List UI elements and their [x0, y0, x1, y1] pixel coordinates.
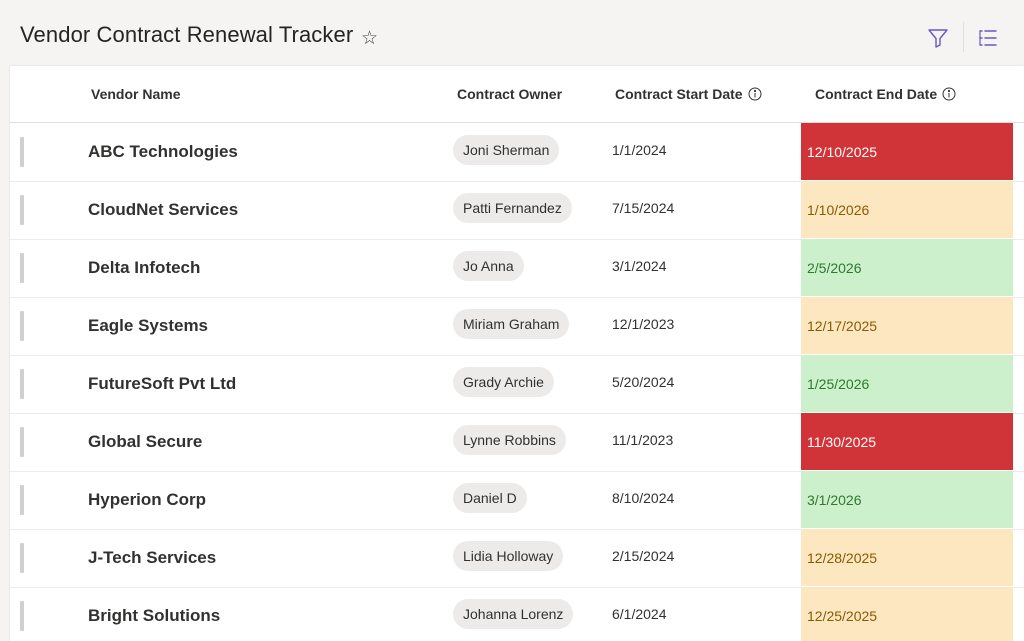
contract-owner-pill[interactable]: Lynne Robbins [453, 425, 566, 455]
filter-icon[interactable] [926, 26, 950, 50]
vendor-name[interactable]: FutureSoft Pvt Ltd [88, 374, 236, 394]
contract-end-date: 11/30/2025 [807, 434, 877, 450]
info-icon[interactable] [942, 87, 956, 101]
contract-start-date: 8/10/2024 [612, 490, 675, 506]
vendor-name[interactable]: Hyperion Corp [88, 490, 206, 510]
row-select-handle[interactable] [20, 369, 24, 399]
contract-end-date-cell: 12/25/2025 [801, 587, 1013, 641]
row-select-handle[interactable] [20, 195, 24, 225]
column-header-vendor-name[interactable]: Vendor Name [91, 86, 180, 102]
contract-end-date-cell: 1/10/2026 [801, 181, 1013, 238]
contract-owner-pill[interactable]: Johanna Lorenz [453, 599, 574, 629]
column-header-contract-owner[interactable]: Contract Owner [457, 86, 562, 102]
table-row[interactable]: FutureSoft Pvt Ltd Grady Archie 5/20/2024 1… [10, 355, 1024, 414]
table-header: Vendor Name Contract Owner Contract Star… [10, 66, 1024, 123]
row-select-handle[interactable] [20, 137, 24, 167]
contract-end-date: 3/1/2026 [807, 492, 862, 508]
contract-owner-pill[interactable]: Miriam Graham [453, 309, 570, 339]
vendor-name[interactable]: CloudNet Services [88, 200, 238, 220]
contracts-table: Vendor Name Contract Owner Contract Star… [10, 66, 1024, 641]
contract-owner-pill[interactable]: Patti Fernandez [453, 193, 572, 223]
vendor-name[interactable]: ABC Technologies [88, 142, 238, 162]
contract-end-date: 12/28/2025 [807, 550, 878, 566]
contract-end-date: 12/25/2025 [807, 608, 878, 624]
table-row[interactable]: Eagle Systems Miriam Graham 12/1/2023 12/17… [10, 297, 1024, 356]
contract-start-date: 3/1/2024 [612, 258, 667, 274]
row-select-handle[interactable] [20, 311, 24, 341]
contract-end-date-cell: 12/28/2025 [801, 529, 1013, 586]
contract-owner-pill[interactable]: Daniel D [453, 483, 527, 513]
row-select-handle[interactable] [20, 485, 24, 515]
contract-start-date: 7/15/2024 [612, 200, 675, 216]
contract-end-date-cell: 12/17/2025 [801, 297, 1013, 354]
contract-start-date: 5/20/2024 [612, 374, 675, 390]
contract-start-date: 11/1/2023 [612, 432, 674, 448]
table-row[interactable]: Bright Solutions Johanna Lorenz 6/1/2024 12… [10, 587, 1024, 641]
row-select-handle[interactable] [20, 543, 24, 573]
vendor-name[interactable]: Delta Infotech [88, 258, 200, 278]
contract-end-date: 12/10/2025 [807, 144, 878, 160]
contract-end-date-cell: 1/25/2026 [801, 355, 1013, 412]
page-header: Vendor Contract Renewal Tracker ☆ [0, 0, 1024, 66]
vendor-name[interactable]: Global Secure [88, 432, 202, 452]
row-select-handle[interactable] [20, 253, 24, 283]
info-icon[interactable] [748, 87, 762, 101]
contract-end-date-cell: 2/5/2026 [801, 239, 1013, 296]
table-row[interactable]: ABC Technologies Joni Sherman 1/1/2024 12/1… [10, 123, 1024, 182]
page-title: Vendor Contract Renewal Tracker [20, 22, 354, 47]
table-row[interactable]: CloudNet Services Patti Fernandez 7/15/202… [10, 181, 1024, 240]
list-view-icon[interactable] [976, 26, 1000, 50]
contract-owner-pill[interactable]: Grady Archie [453, 367, 554, 397]
contract-end-date: 2/5/2026 [807, 260, 862, 276]
row-select-handle[interactable] [20, 601, 24, 631]
contract-end-date: 12/17/2025 [807, 318, 878, 334]
vendor-name[interactable]: J-Tech Services [88, 548, 216, 568]
contract-owner-pill[interactable]: Lidia Holloway [453, 541, 564, 571]
contract-start-date: 2/15/2024 [612, 548, 675, 564]
contract-end-date: 1/25/2026 [807, 376, 870, 392]
vendor-name[interactable]: Bright Solutions [88, 606, 220, 626]
contract-end-date: 1/10/2026 [807, 202, 870, 218]
row-select-handle[interactable] [20, 427, 24, 457]
column-header-contract-end-date[interactable]: Contract End Date [815, 86, 956, 102]
contract-start-date: 12/1/2023 [612, 316, 675, 332]
contract-start-date: 6/1/2024 [612, 606, 667, 622]
contract-start-date: 1/1/2024 [612, 142, 667, 158]
column-header-contract-start-date[interactable]: Contract Start Date [615, 86, 762, 102]
table-row[interactable]: Hyperion Corp Daniel D 8/10/2024 3/1/2026 [10, 471, 1024, 530]
contract-owner-pill[interactable]: Joni Sherman [453, 135, 560, 165]
contract-end-date-cell: 12/10/2025 [801, 123, 1013, 180]
contract-owner-pill[interactable]: Jo Anna [453, 251, 524, 281]
contract-end-date-cell: 11/30/2025 [801, 413, 1013, 470]
table-row[interactable]: J-Tech Services Lidia Holloway 2/15/2024 12… [10, 529, 1024, 588]
table-row[interactable]: Global Secure Lynne Robbins 11/1/2023 11/30… [10, 413, 1024, 472]
vendor-name[interactable]: Eagle Systems [88, 316, 208, 336]
toolbar-divider [963, 22, 964, 52]
star-outline-icon[interactable]: ☆ [361, 29, 381, 49]
contract-end-date-cell: 3/1/2026 [801, 471, 1013, 528]
table-row[interactable]: Delta Infotech Jo Anna 3/1/2024 2/5/2026 [10, 239, 1024, 298]
